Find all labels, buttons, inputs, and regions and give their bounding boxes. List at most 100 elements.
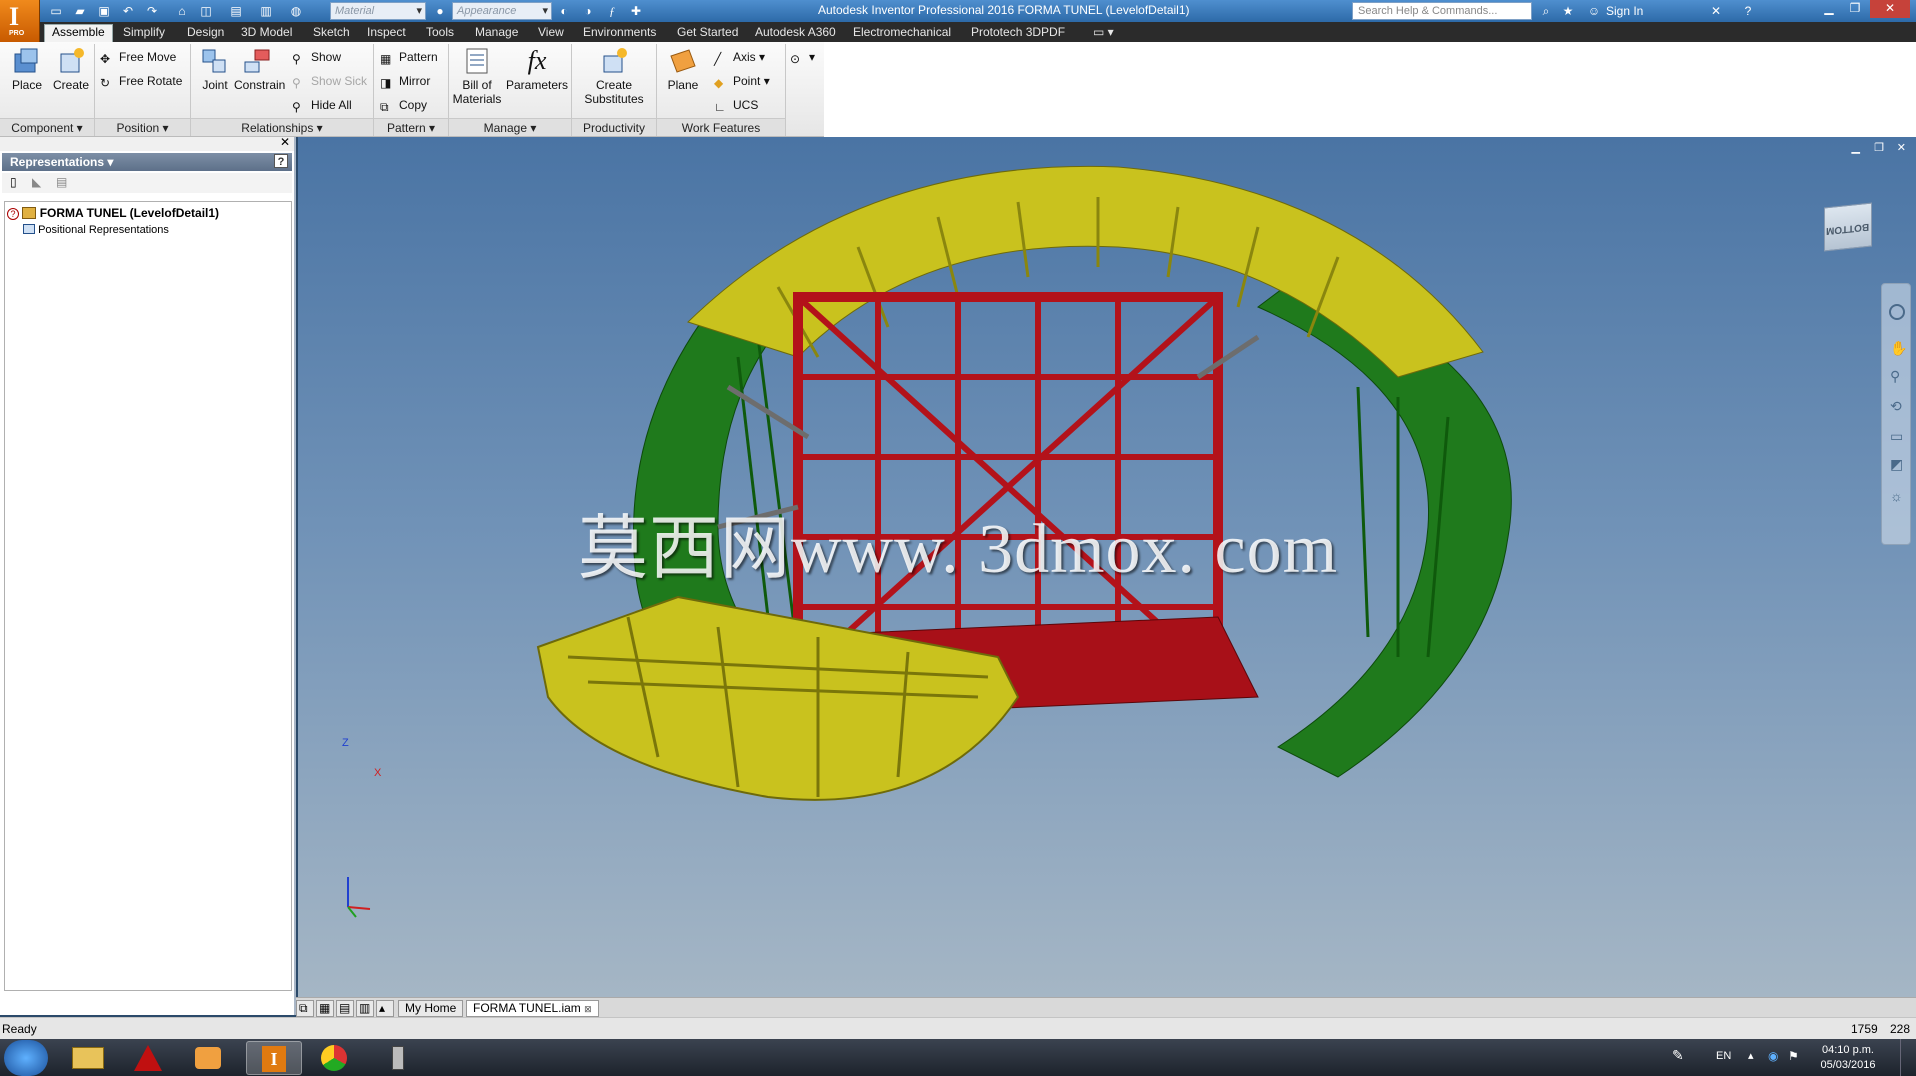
- tab-tools[interactable]: Tools: [419, 25, 461, 42]
- axis-button[interactable]: ╱ Axis ▾: [714, 48, 765, 66]
- navigation-menu-icon[interactable]: ☼: [1890, 488, 1903, 504]
- tab-design[interactable]: Design: [180, 25, 231, 42]
- favorites-star-icon[interactable]: ★: [1560, 3, 1576, 19]
- graphics-viewport[interactable]: ▁ ❐ ✕ Z X 莫西网www. 3dmox. com BOTTOM ✋ ⚲ …: [298, 137, 1916, 997]
- doc-tab-close-icon[interactable]: ⊠: [584, 1004, 592, 1014]
- customize-icon[interactable]: ✚: [628, 3, 644, 19]
- tab-view[interactable]: View: [531, 25, 571, 42]
- adjust-icon[interactable]: ◑: [580, 3, 596, 19]
- tab-assemble[interactable]: Assemble: [44, 24, 113, 42]
- pattern-button[interactable]: ▦ Pattern: [380, 48, 438, 66]
- save-icon[interactable]: ▣: [96, 3, 112, 19]
- file-explorer-taskbar-button[interactable]: [60, 1041, 116, 1075]
- chrome-taskbar-button[interactable]: [306, 1041, 362, 1075]
- language-indicator[interactable]: EN: [1716, 1050, 1731, 1062]
- tree-root-item[interactable]: ? FORMA TUNEL (LevelofDetail1): [7, 206, 219, 220]
- orbit-icon[interactable]: ⟲: [1890, 398, 1902, 415]
- inventor-taskbar-button[interactable]: I: [246, 1041, 302, 1075]
- show-sick-button[interactable]: ⚲ Show Sick: [292, 72, 367, 90]
- ribbon-overflow-button[interactable]: ⊙ ▾: [790, 48, 815, 66]
- tab-get-started[interactable]: Get Started: [670, 25, 745, 42]
- tile-view-icon[interactable]: ▦: [316, 1000, 334, 1017]
- place-button[interactable]: Place: [4, 44, 50, 92]
- pan-hand-icon[interactable]: ✋: [1890, 340, 1907, 357]
- tab-prototech-3dpdf[interactable]: Prototech 3DPDF: [964, 25, 1072, 42]
- material-combo[interactable]: Material: [330, 2, 426, 20]
- tab-manage[interactable]: Manage: [468, 25, 525, 42]
- browser-help-icon[interactable]: ?: [274, 154, 288, 168]
- mirror-button[interactable]: ◨ Mirror: [380, 72, 430, 90]
- select-icon[interactable]: ▤: [228, 3, 244, 19]
- new-icon[interactable]: ▭: [48, 3, 64, 19]
- tab-electromechanical[interactable]: Electromechanical: [846, 25, 958, 42]
- clear-appearance-icon[interactable]: ◐: [556, 3, 572, 19]
- search-binoculars-icon[interactable]: ⌕: [1538, 3, 1554, 19]
- point-button[interactable]: ◆ Point ▾: [714, 72, 770, 90]
- doc-list-up-icon[interactable]: ▴: [376, 1000, 394, 1017]
- view-face-icon[interactable]: ◩: [1890, 456, 1903, 473]
- redo-icon[interactable]: ↷: [144, 3, 160, 19]
- activate-icon[interactable]: ◣: [32, 175, 41, 189]
- close-button[interactable]: ✕: [1870, 0, 1910, 18]
- steering-wheel-icon[interactable]: [1889, 304, 1905, 320]
- copy-button[interactable]: ⧉ Copy: [380, 96, 427, 114]
- minimize-button[interactable]: ▁: [1816, 0, 1842, 18]
- show-button[interactable]: ⚲ Show: [292, 48, 341, 66]
- constrain-button[interactable]: Constrain: [234, 44, 285, 92]
- media-player-taskbar-button[interactable]: [180, 1041, 236, 1075]
- free-rotate-button[interactable]: ↻ Free Rotate: [100, 72, 182, 90]
- ribbon-display-toggle[interactable]: ▭ ▾: [1086, 25, 1121, 42]
- exchange-apps-icon[interactable]: ✕: [1708, 3, 1724, 19]
- bill-of-materials-button[interactable]: Bill of Materials: [450, 44, 504, 106]
- horizontal-tile-icon[interactable]: ▤: [336, 1000, 354, 1017]
- tab-environments[interactable]: Environments: [576, 25, 663, 42]
- tree-child-item[interactable]: Positional Representations: [23, 224, 169, 236]
- undo-icon[interactable]: ↶: [120, 3, 136, 19]
- show-desktop-button[interactable]: [1900, 1039, 1916, 1076]
- show-hidden-icons[interactable]: ▴: [1748, 1049, 1754, 1062]
- help-icon[interactable]: ?: [1740, 3, 1756, 19]
- cascade-view-icon[interactable]: ⧉: [296, 1000, 314, 1017]
- create-substitutes-button[interactable]: Create Substitutes: [578, 44, 650, 106]
- viewcube[interactable]: BOTTOM: [1818, 197, 1878, 255]
- viewcube-face[interactable]: BOTTOM: [1824, 202, 1872, 252]
- tab-autodesk-a360[interactable]: Autodesk A360: [748, 25, 843, 42]
- tab-forma-tunel[interactable]: FORMA TUNEL.iam ⊠: [466, 1000, 599, 1017]
- system-clock[interactable]: 04:10 p.m. 05/03/2016: [1810, 1043, 1886, 1073]
- autocad-taskbar-button[interactable]: [120, 1041, 176, 1075]
- properties-icon[interactable]: ▤: [56, 175, 67, 189]
- ucs-button[interactable]: ∟ UCS: [714, 96, 758, 114]
- relationships-panel-title[interactable]: Relationships ▾: [191, 118, 373, 136]
- sign-in-link[interactable]: Sign In: [1606, 4, 1643, 18]
- plane-button[interactable]: Plane: [660, 44, 706, 92]
- application-menu-button[interactable]: I PRO: [0, 0, 40, 42]
- look-at-icon[interactable]: ▭: [1890, 428, 1903, 445]
- pattern-panel-title[interactable]: Pattern ▾: [374, 118, 448, 136]
- create-component-button[interactable]: Create: [48, 44, 94, 92]
- vertical-tile-icon[interactable]: ▥: [356, 1000, 374, 1017]
- tab-simplify[interactable]: Simplify: [116, 25, 172, 42]
- tab-sketch[interactable]: Sketch: [306, 25, 357, 42]
- new-representation-icon[interactable]: ▯: [10, 175, 17, 189]
- appearance-combo[interactable]: Appearance: [452, 2, 552, 20]
- tab-3d-model[interactable]: 3D Model: [234, 25, 299, 42]
- component-panel-title[interactable]: Component ▾: [0, 118, 94, 136]
- start-button[interactable]: [4, 1040, 48, 1076]
- work-features-panel-title[interactable]: Work Features: [657, 118, 785, 136]
- action-center-icon[interactable]: ⚑: [1788, 1049, 1799, 1063]
- measure-icon[interactable]: ▥: [258, 3, 274, 19]
- position-panel-title[interactable]: Position ▾: [95, 118, 190, 136]
- productivity-panel-title[interactable]: Productivity: [572, 118, 656, 136]
- fx-icon[interactable]: ƒ: [604, 3, 620, 19]
- manage-panel-title[interactable]: Manage ▾: [449, 118, 571, 136]
- browser-close-icon[interactable]: ✕: [280, 135, 290, 149]
- hide-all-button[interactable]: ⚲ Hide All: [292, 96, 352, 114]
- update-icon[interactable]: ◫: [198, 3, 214, 19]
- home-icon[interactable]: ⌂: [174, 3, 190, 19]
- globe-icon[interactable]: ◍: [288, 3, 304, 19]
- parameters-button[interactable]: fx Parameters: [506, 44, 568, 92]
- restore-button[interactable]: ❐: [1842, 0, 1868, 18]
- free-move-button[interactable]: ✥ Free Move: [100, 48, 176, 66]
- browser-header[interactable]: Representations ▾ ?: [2, 153, 292, 171]
- search-input[interactable]: Search Help & Commands...: [1352, 2, 1532, 20]
